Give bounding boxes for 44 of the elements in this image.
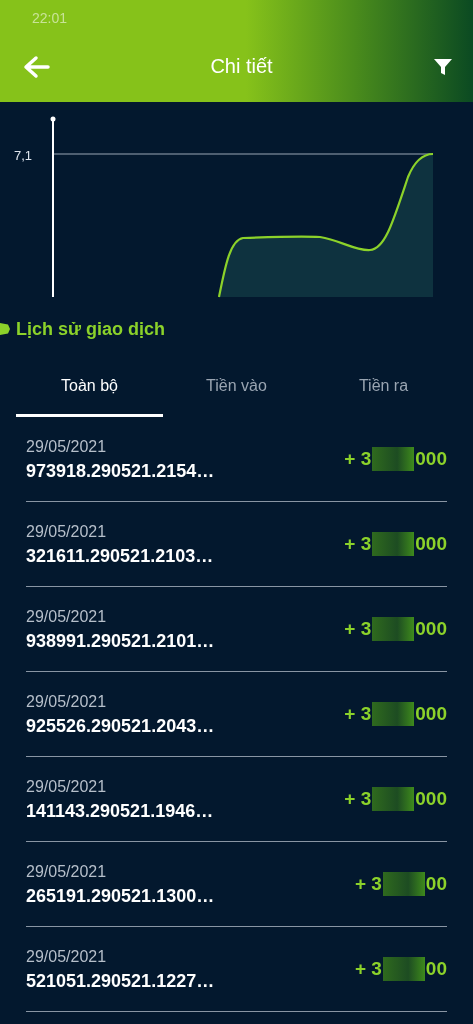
- tab[interactable]: Tiền vào: [163, 367, 310, 417]
- filter-icon[interactable]: [433, 56, 453, 77]
- redaction-mask: [372, 617, 415, 641]
- transaction-date: 29/05/2021: [26, 523, 108, 541]
- redaction-mask: [372, 702, 415, 726]
- amount-text: + 3: [344, 703, 372, 725]
- redaction-mask: [382, 957, 425, 981]
- transaction-date: 29/05/2021: [26, 438, 108, 456]
- transaction-reference: 141143.290521.1946…: [26, 801, 214, 822]
- section-title: Lịch sử giao dịch: [16, 318, 166, 340]
- transaction-date: 29/05/2021: [26, 948, 108, 966]
- amount-text: + 3: [344, 618, 372, 640]
- amount-text: 000: [415, 533, 447, 555]
- amount-text: 000: [415, 618, 447, 640]
- tab[interactable]: Tiền ra: [310, 367, 457, 417]
- redaction-mask: [372, 532, 415, 556]
- transaction-reference: 521051.290521.1227…: [26, 971, 215, 992]
- transaction-reference: 321611.290521.2103…: [26, 546, 214, 567]
- axis-tick-label: 7,1: [14, 148, 33, 163]
- amount-text: 00: [425, 958, 447, 980]
- amount-text: 000: [415, 703, 447, 725]
- tab[interactable]: Toàn bộ: [16, 367, 163, 417]
- hexagon-icon: [0, 323, 10, 335]
- amount-text: + 3: [344, 448, 372, 470]
- transaction-reference: 938991.290521.2101…: [26, 631, 215, 652]
- amount-text: 00: [425, 873, 447, 895]
- transaction-reference: 973918.290521.2154…: [26, 461, 215, 482]
- redaction-mask: [372, 787, 415, 811]
- transaction-date: 29/05/2021: [26, 608, 108, 626]
- amount-text: + 3: [344, 533, 372, 555]
- transaction-date: 29/05/2021: [26, 693, 108, 711]
- screen-title: Chi tiết: [210, 55, 273, 78]
- amount-text: 000: [415, 448, 447, 470]
- amount-text: + 3: [354, 958, 382, 980]
- status-time: 22:01: [32, 9, 68, 26]
- transaction-reference: 265191.290521.1300…: [26, 886, 215, 907]
- redaction-mask: [372, 447, 415, 471]
- amount-text: 000: [415, 788, 447, 810]
- amount-text: + 3: [344, 788, 372, 810]
- transaction-reference: 925526.290521.2043…: [26, 716, 215, 737]
- transaction-date: 29/05/2021: [26, 778, 108, 796]
- amount-text: + 3: [354, 873, 382, 895]
- redaction-mask: [382, 872, 425, 896]
- transaction-date: 29/05/2021: [26, 863, 108, 881]
